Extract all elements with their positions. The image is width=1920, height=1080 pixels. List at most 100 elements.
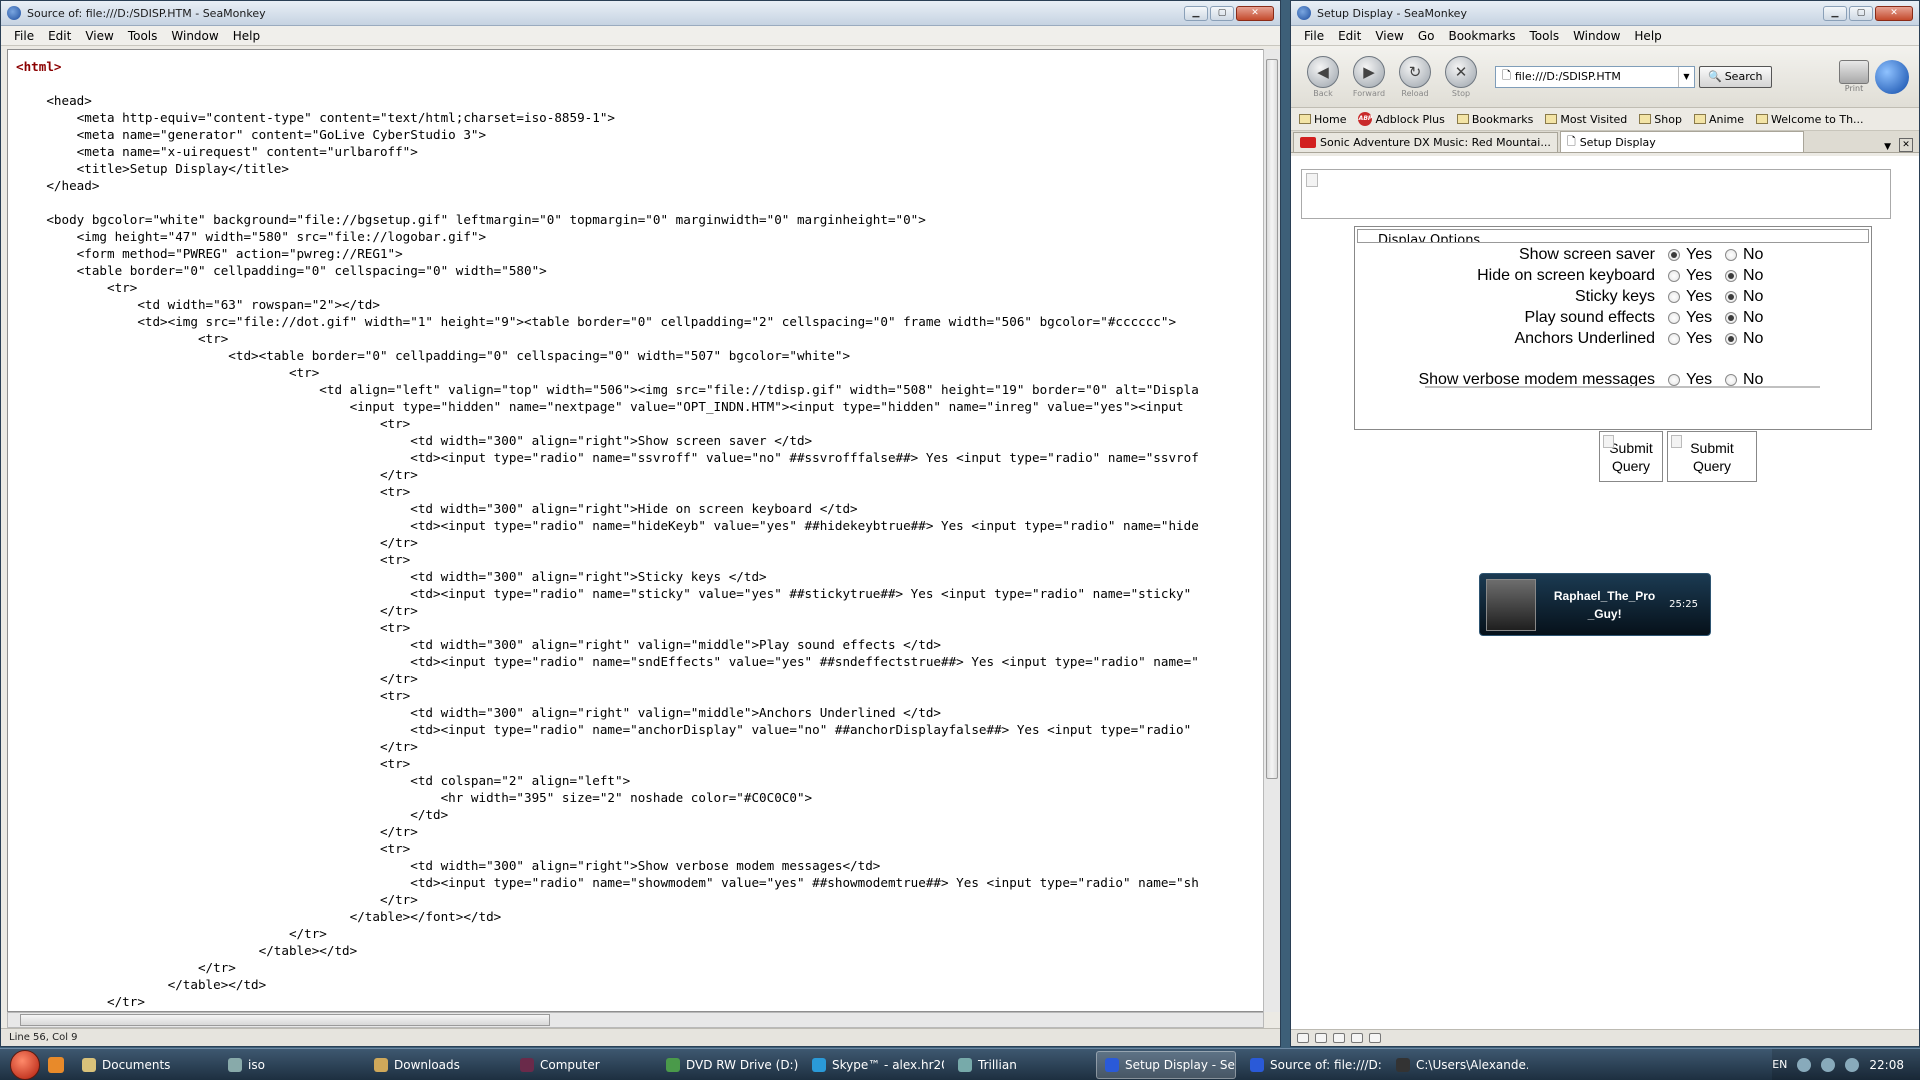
source-window-title: Source of: file:///D:/SDISP.HTM - SeaMon… bbox=[27, 6, 266, 20]
radio-yes[interactable] bbox=[1668, 291, 1680, 303]
menu-file[interactable]: File bbox=[1297, 29, 1331, 43]
reload-button[interactable]: ↻ Reload bbox=[1393, 49, 1437, 105]
source-line: <meta name="x-uirequest" content="urlbar… bbox=[16, 144, 418, 159]
help-icon[interactable] bbox=[1797, 1057, 1812, 1072]
close-button[interactable]: ✕ bbox=[1875, 5, 1913, 21]
source-line: <td><input type="radio" name="sndEffects… bbox=[16, 654, 1199, 669]
menu-window[interactable]: Window bbox=[1566, 29, 1627, 43]
search-button[interactable]: 🔍 Search bbox=[1699, 65, 1772, 88]
radio-no[interactable] bbox=[1725, 249, 1737, 261]
bookmark-bookmarks[interactable]: Bookmarks bbox=[1456, 113, 1533, 126]
forward-button[interactable]: ▶ Forward bbox=[1347, 49, 1391, 105]
taskbar-item[interactable]: Skype™ - alex.hr20... bbox=[804, 1051, 944, 1079]
start-button[interactable] bbox=[10, 1049, 40, 1080]
url-dropdown-icon[interactable]: ▼ bbox=[1678, 66, 1694, 87]
back-button[interactable]: ◀ Back bbox=[1301, 49, 1345, 105]
menu-tools[interactable]: Tools bbox=[121, 29, 165, 43]
folder-icon bbox=[1639, 114, 1652, 124]
system-tray: EN 22:08 bbox=[1772, 1049, 1920, 1080]
mail-icon[interactable] bbox=[1315, 1033, 1327, 1043]
source-line: <td><input type="radio" name="hideKeyb" … bbox=[16, 518, 1199, 533]
radio-yes[interactable] bbox=[1668, 312, 1680, 324]
minimize-button[interactable]: ▁ bbox=[1823, 5, 1847, 21]
menu-file[interactable]: File bbox=[7, 29, 41, 43]
submit-button-2[interactable]: Submit Query bbox=[1667, 431, 1757, 482]
language-indicator[interactable]: EN bbox=[1772, 1058, 1787, 1071]
menu-tools[interactable]: Tools bbox=[1523, 29, 1567, 43]
source-menubar: File Edit View Tools Window Help bbox=[1, 26, 1280, 46]
submit-button[interactable]: Submit Query bbox=[1599, 431, 1663, 482]
taskbar-item[interactable]: Source of: file:///D:... bbox=[1242, 1051, 1382, 1079]
taskbar-item[interactable]: Trillian bbox=[950, 1051, 1090, 1079]
taskbar-item[interactable]: Documents bbox=[74, 1051, 214, 1079]
minimize-button[interactable]: ▁ bbox=[1184, 5, 1208, 21]
volume-icon[interactable] bbox=[1845, 1057, 1860, 1072]
source-line: </table></td> bbox=[16, 977, 267, 992]
stop-button[interactable]: ✕ Stop bbox=[1439, 49, 1483, 105]
navigator-icon[interactable] bbox=[1297, 1033, 1309, 1043]
radio-no[interactable] bbox=[1725, 333, 1737, 345]
scroll-thumb-horizontal[interactable] bbox=[20, 1014, 550, 1026]
option-label: Show screen saver bbox=[1518, 246, 1655, 263]
menu-bookmarks[interactable]: Bookmarks bbox=[1441, 29, 1522, 43]
bookmark-anime[interactable]: Anime bbox=[1693, 113, 1744, 126]
tab-setup-display[interactable]: 🗋 Setup Display bbox=[1559, 131, 1804, 152]
taskbar-item[interactable]: Downloads bbox=[366, 1051, 506, 1079]
bookmark-home[interactable]: Home bbox=[1299, 113, 1346, 126]
chat-icon[interactable] bbox=[1333, 1033, 1345, 1043]
source-statusbar: Line 56, Col 9 bbox=[1, 1028, 1280, 1046]
radio-yes[interactable] bbox=[1668, 270, 1680, 282]
close-button[interactable]: ✕ bbox=[1236, 5, 1274, 21]
clock[interactable]: 22:08 bbox=[1869, 1058, 1904, 1072]
composer-icon[interactable] bbox=[1351, 1033, 1363, 1043]
menu-view[interactable]: View bbox=[78, 29, 120, 43]
taskbar-item[interactable]: iso bbox=[220, 1051, 360, 1079]
menu-edit[interactable]: Edit bbox=[1331, 29, 1368, 43]
source-view[interactable]: <html> <head> <meta http-equiv="content-… bbox=[7, 49, 1264, 1012]
tab-youtube[interactable]: Sonic Adventure DX Music: Red Mountai... bbox=[1293, 132, 1558, 152]
taskbar-item[interactable]: Computer bbox=[512, 1051, 652, 1079]
seamonkey-icon bbox=[7, 6, 21, 20]
addressbook-icon[interactable] bbox=[1369, 1033, 1381, 1043]
radio-no[interactable] bbox=[1725, 312, 1737, 324]
print-button[interactable]: Print bbox=[1839, 60, 1869, 93]
page-icon: 🗋 bbox=[1502, 69, 1511, 82]
menu-help[interactable]: Help bbox=[1627, 29, 1668, 43]
radio-no[interactable] bbox=[1725, 374, 1737, 386]
bookmark-shop[interactable]: Shop bbox=[1639, 113, 1682, 126]
trillian-notification[interactable]: Raphael_The_Pro _Guy! 25:25 bbox=[1479, 573, 1711, 636]
bookmark-most-visited[interactable]: Most Visited bbox=[1545, 113, 1627, 126]
menu-go[interactable]: Go bbox=[1411, 29, 1442, 43]
quicklaunch-icon[interactable] bbox=[48, 1056, 64, 1073]
menu-window[interactable]: Window bbox=[164, 29, 225, 43]
taskbar-app-icon bbox=[82, 1057, 96, 1072]
network-icon[interactable] bbox=[1821, 1057, 1836, 1072]
menu-help[interactable]: Help bbox=[226, 29, 267, 43]
close-tab-icon[interactable]: ✕ bbox=[1899, 138, 1913, 152]
page-content: Display Options Show screen saver Yes No Hi… bbox=[1291, 156, 1919, 1031]
tab-list-dropdown-icon[interactable]: ▼ bbox=[1884, 142, 1891, 152]
taskbar-app-icon bbox=[812, 1057, 826, 1072]
radio-yes[interactable] bbox=[1668, 374, 1680, 386]
bookmark-welcome-to-th-[interactable]: Welcome to Th... bbox=[1756, 113, 1864, 126]
radio-no[interactable] bbox=[1725, 291, 1737, 303]
taskbar-app-icon bbox=[1105, 1057, 1119, 1072]
horizontal-scrollbar[interactable] bbox=[7, 1012, 1264, 1028]
maximize-button[interactable]: ▢ bbox=[1210, 5, 1234, 21]
taskbar-item[interactable]: C:\Users\Alexande... bbox=[1388, 1051, 1528, 1079]
bookmark-adblock-plus[interactable]: ABP Adblock Plus bbox=[1358, 112, 1445, 126]
taskbar-item[interactable]: Setup Display - Se... bbox=[1096, 1050, 1236, 1079]
bookmark-label: Adblock Plus bbox=[1375, 112, 1445, 126]
menu-edit[interactable]: Edit bbox=[41, 29, 78, 43]
url-bar[interactable]: 🗋 file:///D:/SDISP.HTM ▼ bbox=[1495, 65, 1695, 88]
menu-view[interactable]: View bbox=[1368, 29, 1410, 43]
scroll-thumb[interactable] bbox=[1266, 59, 1278, 779]
source-line: <td><input type="radio" name="anchorDisp… bbox=[16, 722, 1192, 737]
radio-no[interactable] bbox=[1725, 270, 1737, 282]
taskbar-item[interactable]: DVD RW Drive (D:)... bbox=[658, 1051, 798, 1079]
radio-yes[interactable] bbox=[1668, 249, 1680, 261]
taskbar-app-icon bbox=[374, 1057, 388, 1072]
radio-yes[interactable] bbox=[1668, 333, 1680, 345]
maximize-button[interactable]: ▢ bbox=[1849, 5, 1873, 21]
vertical-scrollbar[interactable] bbox=[1263, 49, 1280, 1012]
